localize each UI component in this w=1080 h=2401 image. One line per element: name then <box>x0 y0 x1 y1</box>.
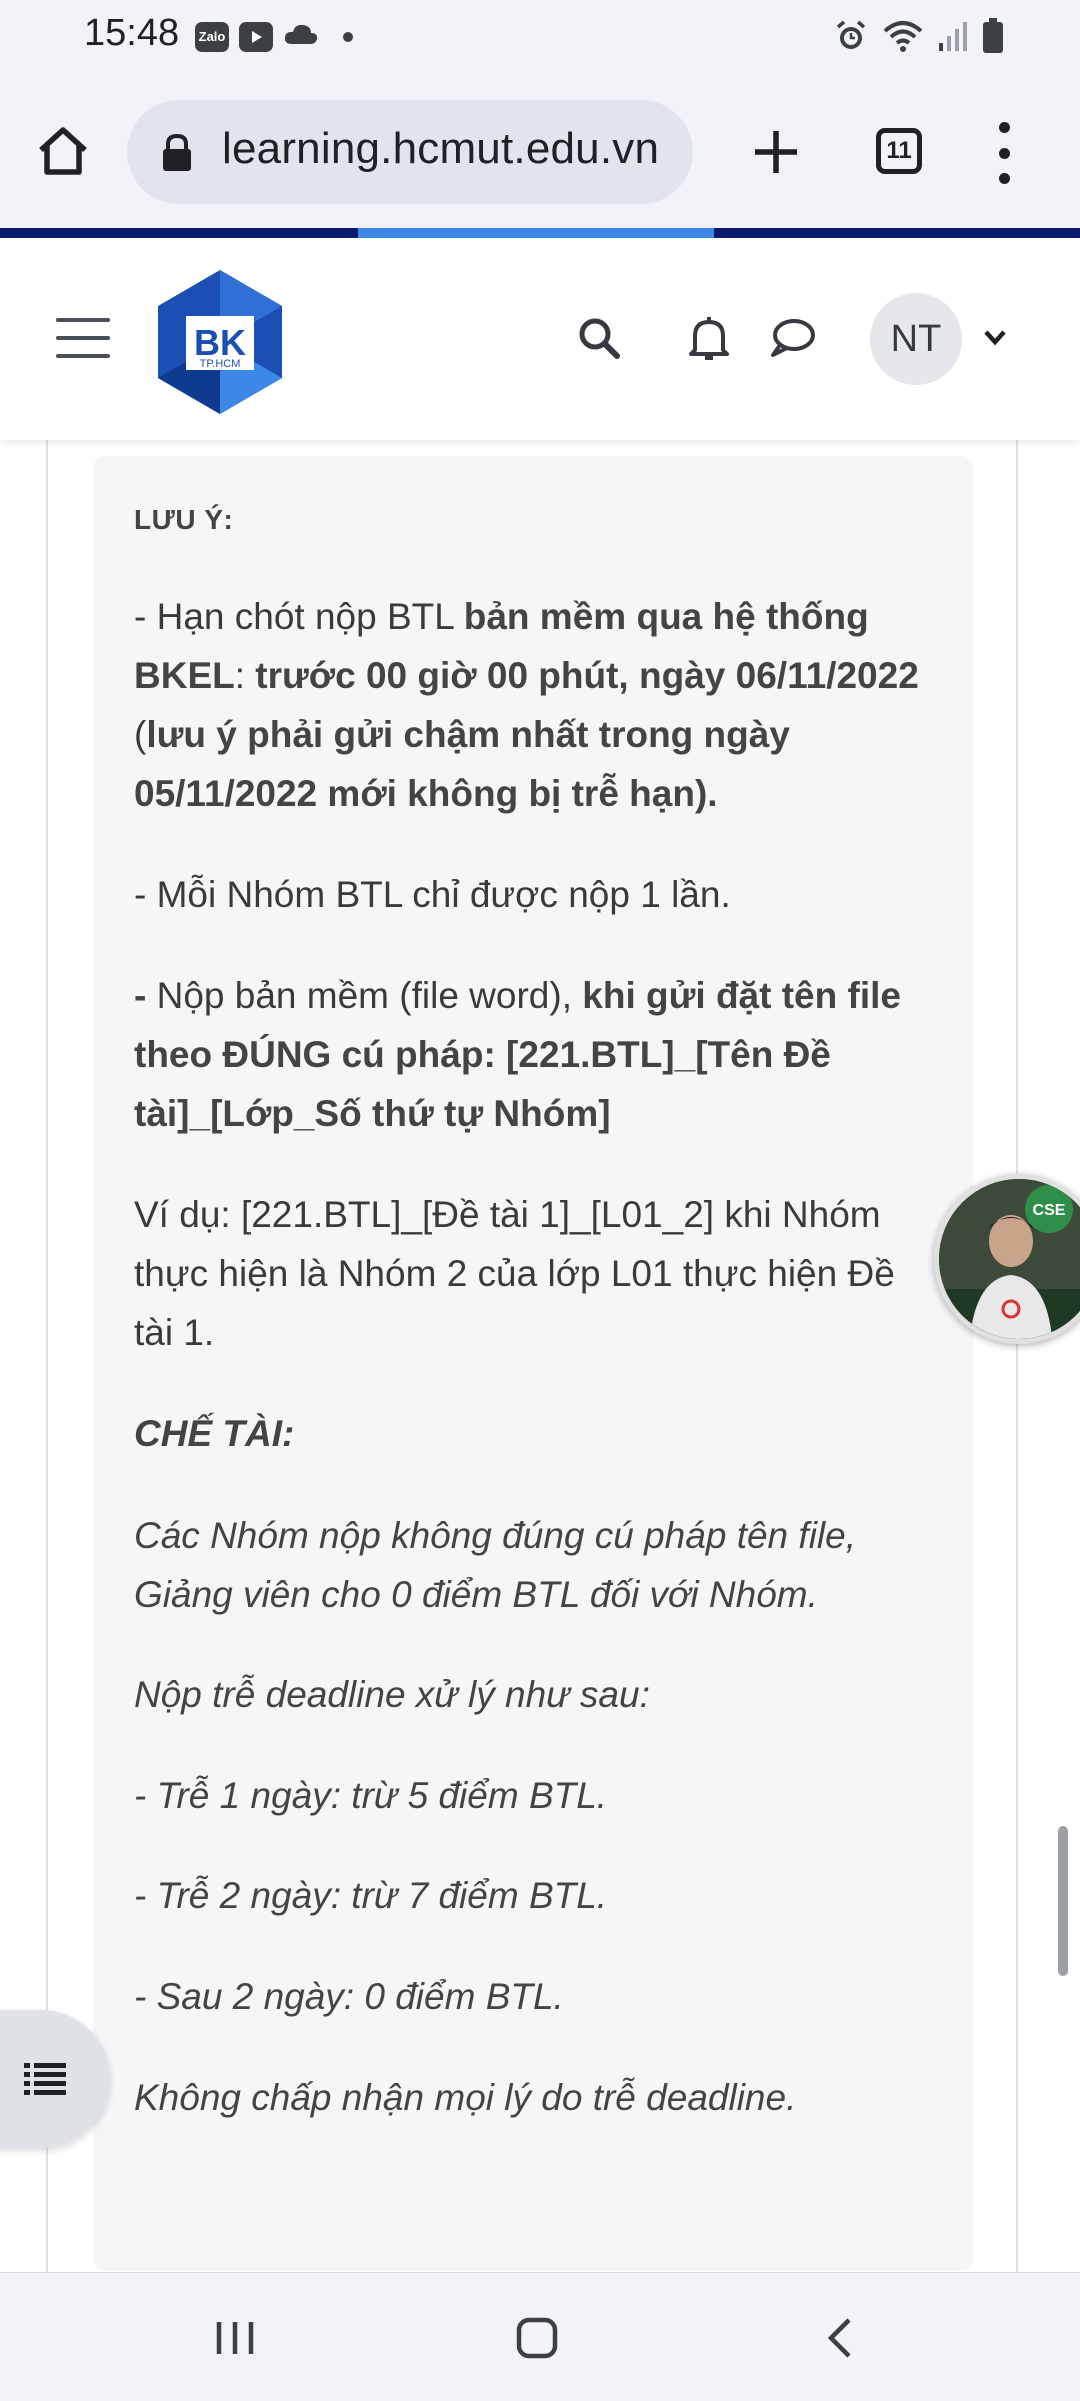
recent-apps-button[interactable] <box>200 2303 270 2373</box>
sanction-no-excuse: Không chấp nhận mọi lý do trễ deadline. <box>134 2077 797 2118</box>
site-header: BK TP.HCM NT <box>0 238 1080 440</box>
bk-logo[interactable]: BK TP.HCM <box>146 268 294 416</box>
url-text: learning.hcmut.edu.vn <box>222 124 660 173</box>
page-scrollbar[interactable] <box>1058 1826 1068 1976</box>
search-button[interactable] <box>573 312 625 364</box>
home-nav-button[interactable] <box>502 2303 572 2373</box>
recent-apps-icon <box>216 2322 254 2354</box>
battery-icon <box>982 18 1004 59</box>
tab-switcher-button[interactable]: 11 <box>876 128 922 174</box>
bold-span: - <box>134 975 147 1016</box>
lock-icon <box>163 133 191 171</box>
text-span: Nộp bản mềm (file word), <box>146 975 583 1016</box>
sanction-late-2-days: - Trễ 2 ngày: trừ 7 điểm BTL. <box>134 1875 608 1916</box>
svg-text:BK: BK <box>194 322 246 363</box>
bold-span: lưu ý phải gửi chậm nhất trong ngày 05/1… <box>134 714 790 814</box>
list-icon <box>24 2063 66 2095</box>
text-span: ( <box>134 714 147 755</box>
more-notifications-dot <box>343 31 353 42</box>
new-tab-button[interactable] <box>740 116 812 188</box>
status-bar: 15:48 Zalo <box>0 0 1080 78</box>
status-system-icons <box>834 18 1004 59</box>
notifications-button[interactable] <box>683 312 735 364</box>
hamburger-line <box>56 336 110 340</box>
youtube-icon <box>239 21 273 52</box>
messages-button[interactable] <box>766 312 818 364</box>
svg-text:TP.HCM: TP.HCM <box>200 358 241 370</box>
status-time: 15:48 <box>84 12 180 54</box>
menu-dot <box>998 122 1010 133</box>
home-icon <box>39 127 87 175</box>
cloud-icon <box>283 20 319 53</box>
alarm-icon <box>834 19 868 58</box>
example-paragraph: Ví dụ: [221.BTL]_[Đề tài 1]_[L01_2] khi … <box>134 1194 895 1353</box>
bk-logo-icon: BK TP.HCM <box>158 270 282 414</box>
system-navigation-bar <box>0 2272 1080 2401</box>
user-avatar[interactable]: NT <box>870 293 962 385</box>
status-notification-icons: Zalo <box>195 20 353 53</box>
file-name-rule-paragraph: - Nộp bản mềm (file word), khi gửi đặt t… <box>134 966 934 1143</box>
zalo-icon: Zalo <box>195 21 229 52</box>
sanction-late-intro: Nộp trễ deadline xử lý như sau: <box>134 1674 650 1715</box>
video-thumbnail-icon: CSE <box>939 1179 1080 1339</box>
chat-icon <box>771 319 815 357</box>
browser-toolbar: learning.hcmut.edu.vn 11 <box>0 78 1080 228</box>
deadline-paragraph: - Hạn chót nộp BTL bản mềm qua hệ thống … <box>134 587 934 823</box>
home-button[interactable] <box>30 118 96 184</box>
text-span: : <box>234 655 256 696</box>
sanction-late-1-day: - Trễ 1 ngày: trừ 5 điểm BTL. <box>134 1775 608 1816</box>
address-bar[interactable]: learning.hcmut.edu.vn <box>127 100 693 204</box>
search-icon <box>579 318 620 359</box>
progress-highlight <box>358 228 714 238</box>
back-icon <box>827 2318 851 2358</box>
chevron-down-icon[interactable] <box>980 322 1010 352</box>
browser-menu-button[interactable] <box>984 118 1024 188</box>
text-span: - Hạn chót nộp BTL <box>134 596 464 637</box>
plus-icon <box>755 131 797 173</box>
note-title: LƯU Ý: <box>134 504 234 535</box>
submission-count-paragraph: - Mỗi Nhóm BTL chỉ được nộp 1 lần. <box>134 874 731 915</box>
sanction-title: CHẾ TÀI: <box>134 1413 295 1454</box>
wifi-icon <box>882 19 924 58</box>
sanction-after-2-days: - Sau 2 ngày: 0 điểm BTL. <box>134 1976 564 2017</box>
menu-dot <box>998 173 1010 184</box>
home-nav-icon <box>516 2317 558 2359</box>
signal-icon <box>938 19 968 58</box>
bell-icon <box>689 317 729 360</box>
hamburger-line <box>56 318 110 322</box>
sanction-syntax: Các Nhóm nộp không đúng cú pháp tên file… <box>134 1515 856 1615</box>
hamburger-menu-button[interactable] <box>56 318 110 358</box>
menu-dot <box>998 147 1010 159</box>
svg-text:CSE: CSE <box>1033 1202 1066 1219</box>
back-button[interactable] <box>806 2303 876 2373</box>
bold-span: trước 00 giờ 00 phút, ngày 06/11/2022 <box>255 655 919 696</box>
page-progress-bar <box>0 228 1080 238</box>
hamburger-line <box>56 354 110 358</box>
